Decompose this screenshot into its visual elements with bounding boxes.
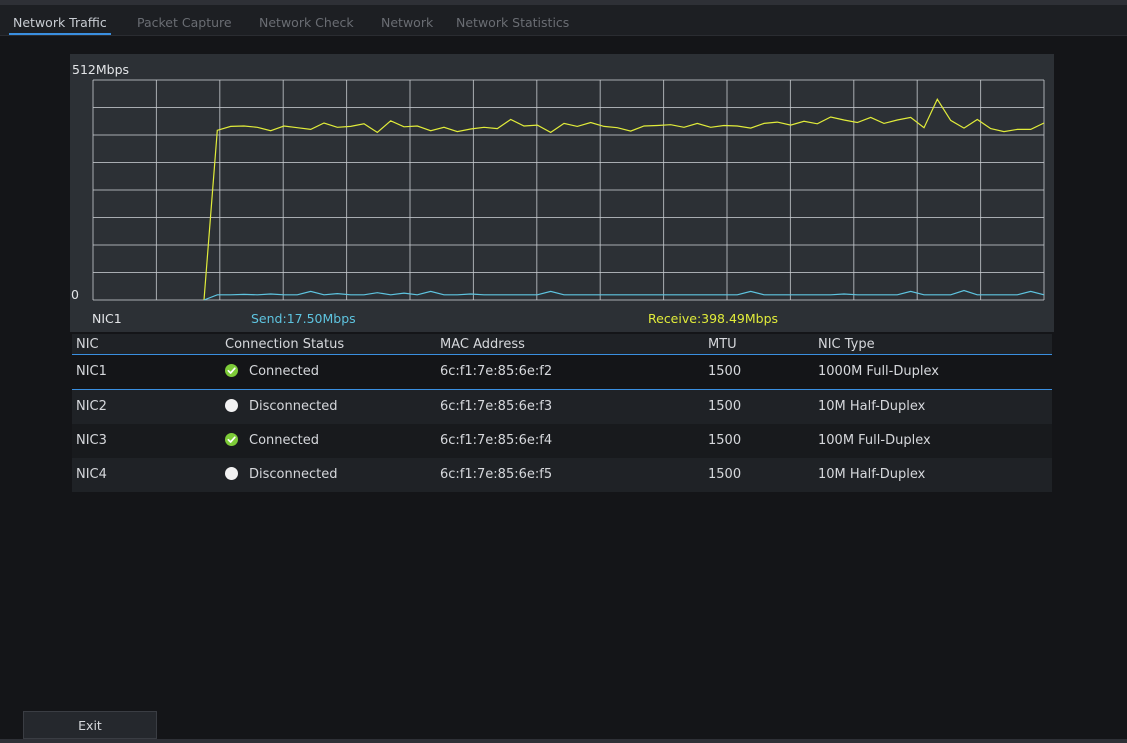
disconnected-circle-icon [225,399,238,412]
receive-rate-label: Receive:398.49Mbps [648,311,779,326]
header-mac-address: MAC Address [440,337,525,352]
tab-packet-capture[interactable]: Packet Capture [133,5,236,35]
status-text: Disconnected [249,467,338,482]
mtu-value: 1500 [708,433,742,448]
mtu-value: 1500 [708,467,742,482]
mtu-value: 1500 [708,399,742,414]
disconnected-circle-icon [225,467,238,480]
bottom-border [0,739,1127,743]
connected-check-icon [225,364,238,377]
tab-network[interactable]: Network [377,5,437,35]
nic-name: NIC2 [76,399,107,414]
header-mtu: MTU [708,337,737,352]
header-connection-status: Connection Status [225,337,345,352]
connection-status: Disconnected [225,458,337,492]
table-row[interactable]: NIC4 Disconnected 6c:f1:7e:85:6e:f5 1500… [72,458,1052,492]
table-header: NIC Connection Status MAC Address MTU NI… [72,334,1052,355]
tab-network-check[interactable]: Network Check [255,5,358,35]
connection-status: Connected [225,355,319,389]
connection-status: Disconnected [225,390,337,424]
status-text: Connected [249,364,320,379]
header-nic-type: NIC Type [818,337,875,352]
series-line-send [203,289,1045,301]
nic-type: 100M Full-Duplex [818,433,931,448]
y-axis-max-label: 512Mbps [72,62,130,77]
connected-check-icon [225,433,238,446]
mac-address: 6c:f1:7e:85:6e:f5 [440,467,553,482]
exit-button[interactable]: Exit [23,711,157,739]
status-text: Connected [249,433,320,448]
nic-table: NIC Connection Status MAC Address MTU NI… [72,334,1052,492]
tab-network-traffic[interactable]: Network Traffic [9,5,111,35]
mtu-value: 1500 [708,364,742,379]
table-row[interactable]: NIC2 Disconnected 6c:f1:7e:85:6e:f3 1500… [72,390,1052,424]
nic-type: 10M Half-Duplex [818,399,926,414]
tab-bar: Network Traffic Packet Capture Network C… [0,5,1127,36]
table-row[interactable]: NIC1 Connected 6c:f1:7e:85:6e:f2 1500 10… [72,355,1052,390]
status-text: Disconnected [249,399,338,414]
header-nic: NIC [76,337,99,352]
y-axis-min-label: 0 [71,287,79,302]
nic-type: 1000M Full-Duplex [818,364,939,379]
nic-name: NIC3 [76,433,107,448]
table-row[interactable]: NIC3 Connected 6c:f1:7e:85:6e:f4 1500 10… [72,424,1052,458]
connection-status: Connected [225,424,319,458]
traffic-chart: 512Mbps 0 NIC1 Send:17.50Mbps Receive:39… [70,54,1054,332]
nic-name: NIC4 [76,467,107,482]
chart-nic-label: NIC1 [92,311,122,326]
send-rate-label: Send:17.50Mbps [251,311,356,326]
mac-address: 6c:f1:7e:85:6e:f4 [440,433,553,448]
mac-address: 6c:f1:7e:85:6e:f2 [440,364,553,379]
traffic-chart-plot [92,79,1045,301]
nic-name: NIC1 [76,364,107,379]
nic-type: 10M Half-Duplex [818,467,926,482]
series-line-receive [203,98,1045,301]
tab-network-statistics[interactable]: Network Statistics [452,5,573,35]
mac-address: 6c:f1:7e:85:6e:f3 [440,399,553,414]
